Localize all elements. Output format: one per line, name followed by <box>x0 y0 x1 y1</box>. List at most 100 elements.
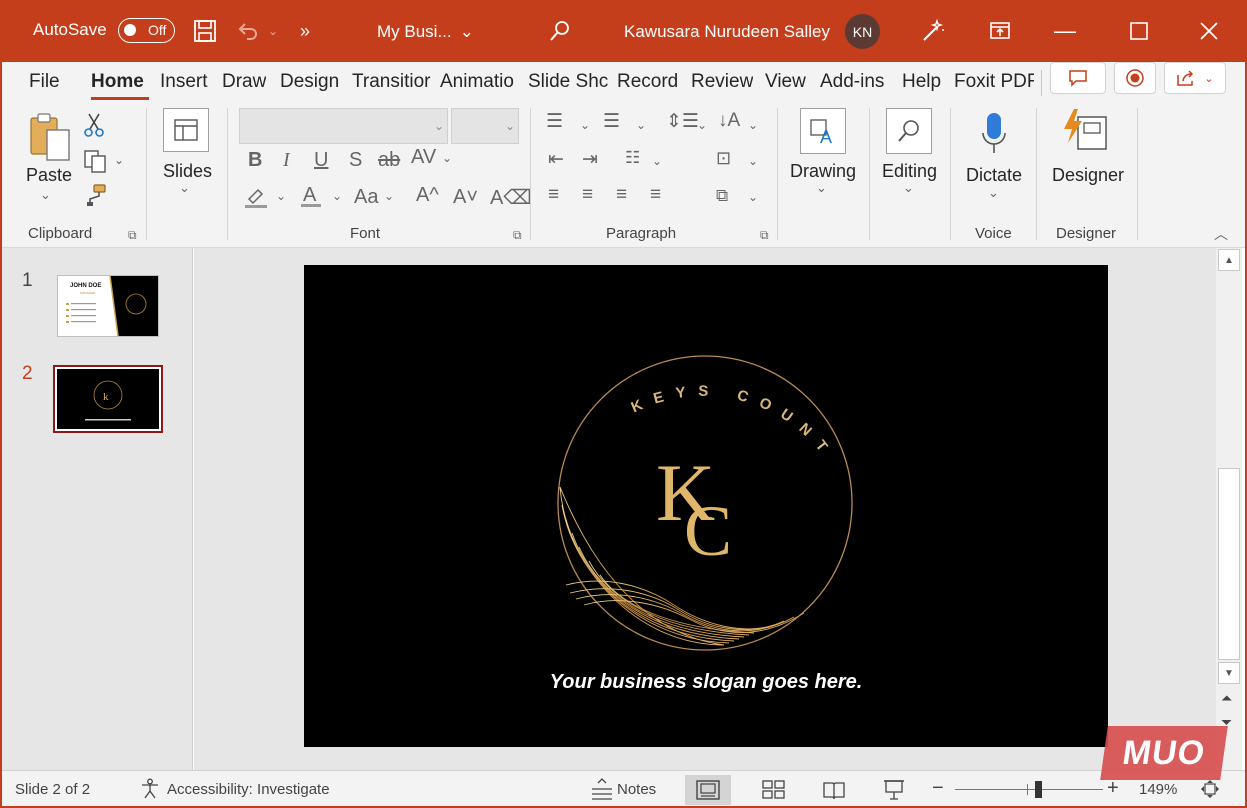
tab-review[interactable]: Review <box>691 71 753 93</box>
accessibility-icon[interactable] <box>139 778 161 804</box>
magic-wand-icon[interactable] <box>918 16 948 46</box>
clear-formatting-icon[interactable]: A⌫ <box>490 185 532 210</box>
justify-icon[interactable]: ≡ <box>650 184 661 206</box>
slide-slogan[interactable]: Your business slogan goes here. <box>304 671 1108 694</box>
align-left-icon[interactable]: ≡ <box>548 184 559 206</box>
scroll-up-icon[interactable]: ▲ <box>1218 249 1240 271</box>
smartart-icon[interactable]: ⧉ <box>716 186 728 206</box>
italic-icon[interactable]: I <box>283 149 290 172</box>
chevron-down-icon[interactable]: ⌄ <box>580 118 590 132</box>
tab-view[interactable]: View <box>765 71 806 93</box>
bold-icon[interactable]: B <box>248 149 262 172</box>
cut-icon[interactable] <box>82 112 106 138</box>
ribbon-display-icon[interactable] <box>985 16 1015 46</box>
font-color-icon[interactable]: A <box>298 182 324 210</box>
slides-dropdown-icon[interactable]: ⌄ <box>179 180 190 196</box>
drawing-label[interactable]: Drawing <box>790 161 856 182</box>
chevron-down-icon[interactable]: ⌄ <box>697 118 707 132</box>
zoom-in-icon[interactable]: + <box>1107 777 1119 800</box>
new-slide-icon[interactable] <box>163 108 209 152</box>
chevron-down-icon[interactable]: ⌄ <box>748 118 758 132</box>
designer-label[interactable]: Designer <box>1052 165 1124 186</box>
drawing-dropdown-icon[interactable]: ⌄ <box>816 180 827 196</box>
decrease-indent-icon[interactable]: ⇤ <box>548 148 564 171</box>
editing-dropdown-icon[interactable]: ⌄ <box>903 180 914 196</box>
format-painter-icon[interactable] <box>82 182 108 208</box>
more-commands-icon[interactable]: » <box>290 16 320 46</box>
designer-icon[interactable] <box>1061 108 1111 156</box>
paste-dropdown-icon[interactable]: ⌄ <box>40 187 51 203</box>
paste-icon[interactable] <box>26 110 74 166</box>
zoom-slider-handle[interactable] <box>1035 781 1042 798</box>
record-button[interactable] <box>1114 62 1156 94</box>
scrollbar-thumb[interactable] <box>1218 468 1240 660</box>
reading-view-icon[interactable] <box>811 775 857 805</box>
slide-thumbnail-1[interactable]: JOHN DOE MANAGER <box>57 275 159 337</box>
character-spacing-icon[interactable]: AV <box>411 146 436 169</box>
tab-file[interactable]: File <box>29 71 60 93</box>
increase-indent-icon[interactable]: ⇥ <box>582 148 598 171</box>
highlight-icon[interactable] <box>242 184 270 210</box>
save-icon[interactable] <box>190 16 220 46</box>
chevron-down-icon[interactable]: ⌄ <box>276 189 286 203</box>
undo-dropdown-icon[interactable]: ⌄ <box>258 16 288 46</box>
collapse-ribbon-icon[interactable]: ︿ <box>1214 224 1228 244</box>
notes-icon[interactable] <box>590 777 614 805</box>
slides-label[interactable]: Slides <box>163 161 212 182</box>
editing-label[interactable]: Editing <box>882 161 937 182</box>
copy-dropdown-icon[interactable]: ⌄ <box>114 153 124 167</box>
paragraph-launcher-icon[interactable]: ⧉ <box>760 228 769 243</box>
bullets-icon[interactable]: ☰ <box>546 110 563 133</box>
normal-view-icon[interactable] <box>685 775 731 805</box>
tab-transitions[interactable]: Transitior <box>352 71 432 93</box>
slide-thumbnail-2[interactable]: k <box>53 365 163 433</box>
zoom-out-icon[interactable]: − <box>932 777 944 800</box>
avatar[interactable]: KN <box>845 14 880 49</box>
line-spacing-icon[interactable]: ⇕☰ <box>666 110 699 133</box>
autosave-toggle[interactable]: Off <box>118 18 175 43</box>
minimize-icon[interactable]: — <box>1050 16 1080 46</box>
close-icon[interactable] <box>1194 16 1224 46</box>
share-button[interactable]: ⌄ <box>1164 62 1226 94</box>
comments-button[interactable] <box>1050 62 1106 94</box>
find-icon[interactable] <box>886 108 932 154</box>
tab-insert[interactable]: Insert <box>160 71 208 93</box>
font-name-box[interactable]: ⌄ <box>239 108 448 144</box>
strikethrough-icon[interactable]: ab <box>378 149 400 172</box>
text-shadow-icon[interactable]: S <box>349 149 362 172</box>
tab-record[interactable]: Record <box>617 71 678 93</box>
chevron-down-icon[interactable]: ⌄ <box>332 189 342 203</box>
accessibility-status[interactable]: Accessibility: Investigate <box>167 781 330 798</box>
maximize-icon[interactable] <box>1124 16 1154 46</box>
tab-help[interactable]: Help <box>902 71 941 93</box>
copy-icon[interactable] <box>82 148 108 174</box>
drawing-shapes-icon[interactable]: A <box>800 108 846 154</box>
previous-slide-icon[interactable]: ⏶ <box>1221 690 1232 707</box>
columns-icon[interactable]: ☷ <box>625 148 640 168</box>
underline-icon[interactable]: U <box>314 149 328 172</box>
align-center-icon[interactable]: ≡ <box>582 184 593 206</box>
slide-sorter-icon[interactable] <box>751 775 797 805</box>
clipboard-launcher-icon[interactable]: ⧉ <box>128 228 137 243</box>
align-right-icon[interactable]: ≡ <box>616 184 627 206</box>
microphone-icon[interactable] <box>977 110 1011 160</box>
vertical-scrollbar[interactable]: ▲ ▼ ⏶ ⏷ <box>1216 248 1242 770</box>
font-size-box[interactable]: ⌄ <box>451 108 519 144</box>
font-launcher-icon[interactable]: ⧉ <box>513 228 522 243</box>
chevron-down-icon[interactable]: ⌄ <box>384 189 394 203</box>
chevron-down-icon[interactable]: ⌄ <box>652 154 662 168</box>
text-direction-icon[interactable]: ↓A <box>718 110 740 132</box>
tab-animations[interactable]: Animatio <box>440 71 520 93</box>
dictate-label[interactable]: Dictate <box>966 165 1022 186</box>
tab-home[interactable]: Home <box>91 71 144 93</box>
numbering-icon[interactable]: ☰ <box>603 110 620 133</box>
slideshow-icon[interactable] <box>871 775 917 805</box>
chevron-down-icon[interactable]: ⌄ <box>748 154 758 168</box>
tab-slide-show[interactable]: Slide Shc <box>528 71 610 93</box>
shrink-font-icon[interactable]: A˅ <box>453 186 478 209</box>
fit-to-window-icon[interactable] <box>1200 779 1220 803</box>
paste-label[interactable]: Paste <box>26 165 72 186</box>
chevron-down-icon[interactable]: ⌄ <box>636 118 646 132</box>
notes-button[interactable]: Notes <box>617 781 656 798</box>
grow-font-icon[interactable]: A^ <box>416 184 439 207</box>
